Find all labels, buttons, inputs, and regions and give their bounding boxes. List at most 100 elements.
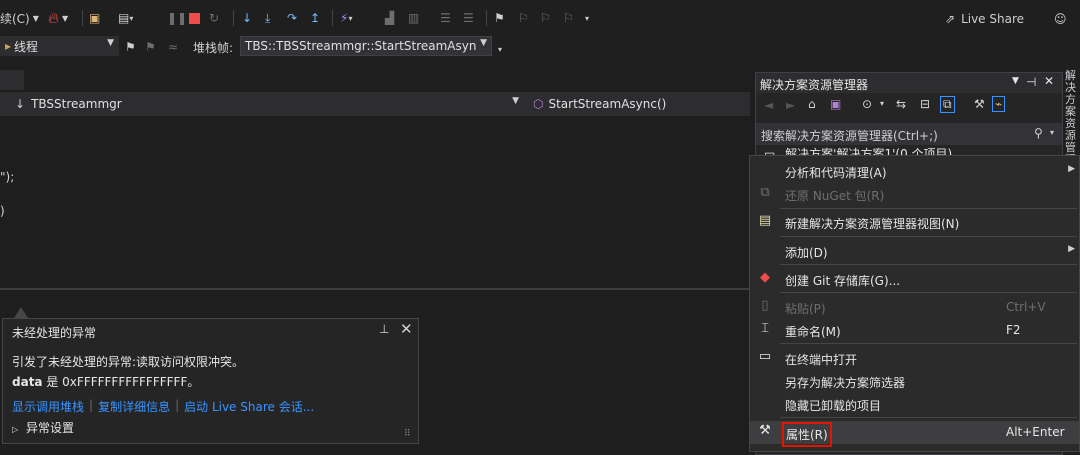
context-menu: 分析和代码清理(A) ▶ ⧉ 还原 NuGet 包(R) ▤ 新建解决方案资源管… xyxy=(749,155,1080,452)
start-live-share-link[interactable]: 启动 Live Share 会话... xyxy=(184,398,314,415)
editor-navigation-bar: ↓ TBSStreammgr ▼ ⬡ StartStreamAsync() xyxy=(0,92,750,116)
chevron-down-icon: ▼ xyxy=(32,13,39,23)
bookmark-button[interactable]: ⚑ xyxy=(494,8,505,28)
switch-views-icon[interactable]: ▣ xyxy=(830,97,841,111)
menu-item-properties[interactable]: ⚒ 属性(R) Alt+Enter xyxy=(750,421,1079,447)
menu-item-save-as-filter[interactable]: 另存为解决方案筛选器 xyxy=(750,370,1079,393)
diagnostics-icon: ⚡︎ xyxy=(340,11,349,25)
toolbar-overflow-button[interactable]: ▾ xyxy=(498,39,502,59)
solution-explorer-titlebar: 解决方案资源管理器 ▼ ⊣ ✕ xyxy=(756,73,1062,93)
submenu-arrow-icon: ▶ xyxy=(1068,164,1075,174)
menu-item-add[interactable]: 添加(D) ▶ xyxy=(750,240,1079,263)
flag-icon: ⚑ xyxy=(125,40,136,54)
chevron-down-icon: ▾ xyxy=(129,13,134,23)
show-call-stack-link[interactable]: 显示调用堆栈 xyxy=(12,398,84,415)
stop-button[interactable] xyxy=(189,8,200,28)
account-button[interactable]: ☺ xyxy=(1054,9,1067,29)
menu-item-label: 分析和代码清理(A) xyxy=(785,166,887,180)
show-threads-button[interactable]: ≈ xyxy=(168,37,178,57)
open-folder-button[interactable]: ▣ xyxy=(89,8,100,28)
exception-title: 未经处理的异常 xyxy=(12,326,97,340)
menu-item-restore-nuget[interactable]: ⧉ 还原 NuGet 包(R) xyxy=(750,183,1079,206)
back-icon[interactable]: ◄ xyxy=(764,98,773,112)
forward-icon[interactable]: ► xyxy=(786,98,795,112)
new-view-icon: ▤ xyxy=(758,213,772,228)
menu-item-label: 属性(R) xyxy=(782,422,832,447)
exception-data-value: 是 0xFFFFFFFFFFFFFFFF。 xyxy=(46,375,200,389)
code-editor[interactable]: "); ) xyxy=(0,116,750,288)
preview-icon[interactable]: ⌁ xyxy=(992,96,1006,112)
menu-item-open-in-terminal[interactable]: ▭ 在终端中打开 xyxy=(750,347,1079,370)
menu-item-new-view[interactable]: ▤ 新建解决方案资源管理器视图(N) xyxy=(750,211,1079,234)
indent-button[interactable]: ☰ xyxy=(463,8,474,28)
layout-button[interactable]: ▤ ▾ xyxy=(118,8,133,28)
chevron-right-icon: ▷ xyxy=(12,425,19,434)
sync-icon[interactable]: ⇆ xyxy=(896,97,906,111)
close-icon[interactable]: ✕ xyxy=(400,320,413,338)
collapse-all-icon[interactable]: ⊟ xyxy=(920,97,930,111)
next-bookmark-button[interactable]: ⚐ xyxy=(540,8,551,28)
restart-button[interactable]: ↻ xyxy=(209,8,219,28)
menu-item-paste[interactable]: ▯ 粘贴(P) Ctrl+V xyxy=(750,296,1079,319)
toolbar-overflow-button[interactable]: ▾ xyxy=(585,8,589,28)
hot-reload-button[interactable]: 🔥︎ ▼ xyxy=(48,8,68,28)
exception-data-name: data xyxy=(12,375,43,389)
step-into-button[interactable]: ⤓ xyxy=(265,8,270,28)
solution-explorer-toolbar: ◄ ► ⌂ ▣ ⊙ ▾ ⇆ ⊟ ⧉ ⚒ ⌁ xyxy=(756,95,1062,121)
chevron-down-icon[interactable]: ▾ xyxy=(880,99,884,108)
editor-splitter[interactable] xyxy=(0,288,750,304)
debug-location-toolbar: ▸ 线程 ▼ ⚑ ⚑ ≈ 堆栈帧: TBS::TBSStreammgr::Sta… xyxy=(0,36,755,58)
paste-icon: ▯ xyxy=(761,298,769,313)
diagnostics-button[interactable]: ⚡︎ ▾ xyxy=(340,8,352,28)
chevron-down-icon: ▾ xyxy=(585,13,590,23)
solution-explorer-search[interactable]: 搜索解决方案资源管理器(Ctrl+;) ⚲ ▾ xyxy=(756,123,1062,145)
thread-combo[interactable]: ▸ 线程 ▼ xyxy=(0,36,119,56)
menu-item-hide-unloaded[interactable]: 隐藏已卸载的项目 xyxy=(750,393,1079,416)
flag-threads-button[interactable]: ⚑ xyxy=(125,37,136,57)
menu-separator xyxy=(780,236,1077,237)
continue-button[interactable]: 续(C) ▼ xyxy=(0,8,39,28)
copy-details-link[interactable]: 复制详细信息 xyxy=(98,398,170,415)
menu-item-label: 创建 Git 存储库(G)... xyxy=(785,274,901,288)
window-position-button[interactable]: ▼ xyxy=(1012,76,1019,86)
stack-frame-combo[interactable]: TBS::TBSStreammgr::StartStreamAsyn ▼ xyxy=(240,36,492,56)
chevron-down-icon: ▼ xyxy=(107,38,114,48)
comment-button[interactable]: ▟ xyxy=(385,8,394,28)
pin-icon[interactable]: ⊥ xyxy=(379,322,389,336)
exception-settings-toggle[interactable]: ▷ 异常设置 xyxy=(12,419,74,436)
class-combo[interactable]: ↓ TBSStreammgr ▼ xyxy=(0,94,524,114)
search-icon: ⚲ xyxy=(1034,126,1043,140)
pin-icon[interactable]: ⊣ xyxy=(1026,75,1036,89)
step-out-button[interactable]: ↥ xyxy=(310,8,320,28)
menu-item-rename[interactable]: ⌶ 重命名(M) F2 xyxy=(750,319,1079,342)
menu-separator xyxy=(780,208,1077,209)
outdent-icon: ☰ xyxy=(440,11,451,25)
clear-bookmarks-button[interactable]: ⚐ xyxy=(563,8,574,28)
indent-icon: ☰ xyxy=(463,11,474,25)
outdent-button[interactable]: ☰ xyxy=(440,8,451,28)
comment-icon: ▟ xyxy=(385,11,395,25)
pending-changes-icon[interactable]: ⊙ xyxy=(862,97,872,111)
break-all-button[interactable]: ❚❚ xyxy=(167,8,187,28)
close-icon[interactable]: ✕ xyxy=(1044,74,1054,88)
uncomment-button[interactable]: ▥ xyxy=(408,8,419,28)
show-next-statement-button[interactable]: ↓ xyxy=(242,8,252,28)
resize-grip-icon[interactable]: ⠿ xyxy=(404,429,411,439)
menu-item-shortcut: Alt+Enter xyxy=(1006,425,1065,439)
menu-separator xyxy=(780,417,1077,418)
prev-bookmark-button[interactable]: ⚐ xyxy=(518,8,529,28)
class-combo-value: TBSStreammgr xyxy=(31,97,122,111)
arrow-down-icon: ↓ xyxy=(242,11,253,25)
menu-separator xyxy=(780,343,1077,344)
live-share-button[interactable]: ⇗ Live Share xyxy=(945,9,1024,29)
flag-threads-just-my-code-button[interactable]: ⚑ xyxy=(145,37,156,57)
home-icon[interactable]: ⌂ xyxy=(808,97,816,111)
step-over-button[interactable]: ↷ xyxy=(287,8,297,28)
solution-explorer-title: 解决方案资源管理器 xyxy=(760,78,869,92)
search-placeholder: 搜索解决方案资源管理器(Ctrl+;) xyxy=(761,129,938,143)
wrench-icon[interactable]: ⚒ xyxy=(974,97,985,111)
show-all-files-icon[interactable]: ⧉ xyxy=(940,96,955,113)
method-combo[interactable]: ⬡ StartStreamAsync() xyxy=(526,94,750,114)
menu-item-analyze-cleanup[interactable]: 分析和代码清理(A) ▶ xyxy=(750,160,1079,183)
menu-item-create-git-repo[interactable]: ◆ 创建 Git 存储库(G)... xyxy=(750,268,1079,291)
